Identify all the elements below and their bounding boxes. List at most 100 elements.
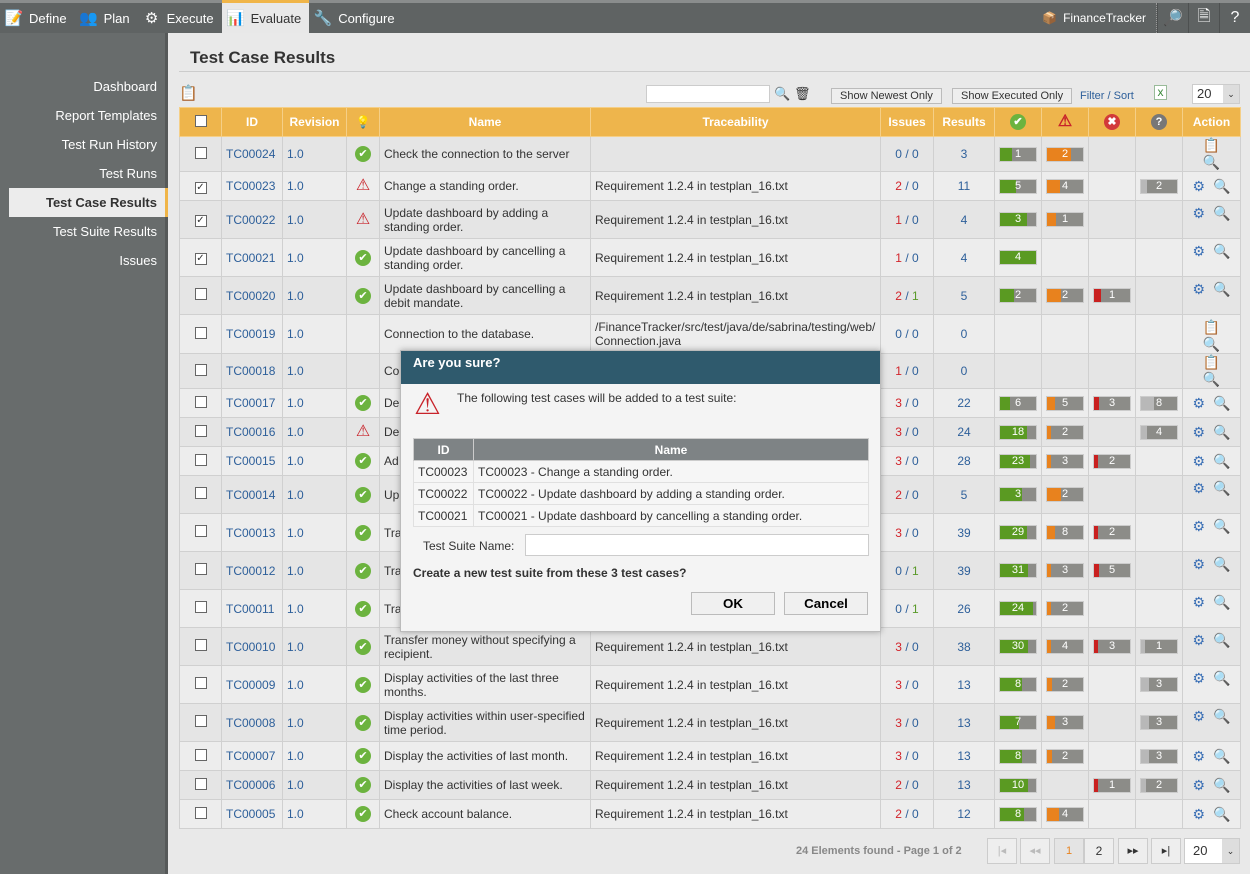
page-2-button[interactable]: 2 [1084, 838, 1114, 864]
results-count[interactable]: 22 [933, 388, 995, 418]
table-row[interactable]: TC00007 1.0 ✔ Display the activities of las… [179, 741, 1241, 771]
column-header-traceability[interactable]: Traceability [590, 107, 881, 137]
results-count[interactable]: 4 [933, 200, 995, 239]
magnifier-icon[interactable]: 🔍 [1213, 670, 1230, 686]
magnifier-icon[interactable]: 🔍 [1213, 205, 1230, 221]
table-row[interactable]: ✓ TC00023 1.0 ⚠ Change a standing order. Requ… [179, 171, 1241, 201]
test-case-id[interactable]: TC00024 [221, 136, 283, 172]
row-select-cell[interactable] [179, 589, 222, 628]
table-row[interactable]: ✓ TC00021 1.0 ✔ Update dashboard by cancelli… [179, 238, 1241, 277]
project-selector[interactable]: 📦 FinanceTracker [1032, 3, 1157, 33]
row-checkbox[interactable] [194, 395, 207, 408]
row-select-cell[interactable] [179, 741, 222, 771]
row-checkbox[interactable] [194, 424, 207, 437]
row-select-cell[interactable] [179, 314, 222, 354]
column-header-passed[interactable]: ✔ [994, 107, 1042, 137]
test-case-id[interactable]: TC00021 [221, 238, 283, 277]
gear-icon[interactable]: ⚙ [1193, 556, 1206, 572]
results-count[interactable]: 5 [933, 475, 995, 514]
test-case-id[interactable]: TC00022 [221, 200, 283, 239]
gear-icon[interactable]: ⚙ [1193, 777, 1206, 793]
nav-tab-execute[interactable]: ⚙ Execute [138, 3, 222, 33]
column-header-warning[interactable]: ⚠ [1041, 107, 1089, 137]
results-count[interactable]: 3 [933, 136, 995, 172]
ok-button[interactable]: OK [691, 592, 775, 615]
gear-icon[interactable]: ⚙ [1193, 453, 1206, 469]
test-case-id[interactable]: TC00015 [221, 446, 283, 476]
nav-tab-configure[interactable]: 🔧 Configure [309, 3, 402, 33]
sidebar-item-test-runs[interactable]: Test Runs [0, 159, 165, 188]
sidebar-item-test-suite-results[interactable]: Test Suite Results [0, 217, 165, 246]
row-select-cell[interactable]: ✓ [179, 200, 222, 239]
column-header-issues[interactable]: Issues [880, 107, 934, 137]
results-count[interactable]: 26 [933, 589, 995, 628]
filter-sort-link[interactable]: Filter / Sort [1080, 90, 1134, 102]
magnifier-icon[interactable]: 🔍 [1213, 480, 1230, 496]
magnifier-icon[interactable]: 🔍 [1213, 632, 1230, 648]
row-select-cell[interactable] [179, 276, 222, 315]
gear-icon[interactable]: ⚙ [1193, 518, 1206, 534]
test-case-id[interactable]: TC00017 [221, 388, 283, 418]
row-checkbox[interactable] [194, 363, 207, 376]
table-row[interactable]: TC00019 1.0 Connection to the database./Fi… [179, 314, 1241, 354]
gear-icon[interactable]: ⚙ [1193, 708, 1206, 724]
results-count[interactable]: 28 [933, 446, 995, 476]
magnifier-icon[interactable]: 🔍 [1213, 243, 1230, 259]
row-checkbox[interactable] [194, 777, 207, 790]
show-executed-only-button[interactable]: Show Executed Only [952, 88, 1073, 104]
row-checkbox[interactable] [194, 715, 207, 727]
row-checkbox[interactable] [194, 487, 207, 499]
table-row[interactable]: TC00020 1.0 ✔ Update dashboard by cancellin… [179, 276, 1241, 315]
magnifier-icon[interactable]: 🔍 [1213, 806, 1230, 822]
gear-icon[interactable]: ⚙ [1193, 670, 1206, 686]
row-checkbox[interactable] [194, 453, 207, 466]
search-icon[interactable]: 🔍 [774, 86, 790, 102]
results-count[interactable]: 11 [933, 171, 995, 201]
row-checkbox[interactable] [194, 748, 207, 761]
sidebar-item-issues[interactable]: Issues [0, 246, 165, 275]
row-select-cell[interactable] [179, 799, 222, 829]
row-select-cell[interactable] [179, 446, 222, 476]
row-checkbox[interactable] [194, 146, 207, 159]
clipboard-icon[interactable]: 📋 [1203, 319, 1220, 335]
results-count[interactable]: 13 [933, 770, 995, 800]
magnifier-icon[interactable]: 🔍 [1213, 281, 1230, 297]
select-all-header[interactable] [179, 107, 222, 137]
row-select-cell[interactable] [179, 388, 222, 418]
test-case-id[interactable]: TC00006 [221, 770, 283, 800]
test-case-id[interactable]: TC00005 [221, 799, 283, 829]
search-input[interactable] [646, 85, 770, 103]
sidebar-item-dashboard[interactable]: Dashboard [0, 72, 165, 101]
test-case-id[interactable]: TC00016 [221, 417, 283, 447]
select-all-checkbox[interactable] [194, 114, 207, 127]
magnifier-icon[interactable]: 🔍 [1213, 708, 1230, 724]
results-count[interactable]: 4 [933, 238, 995, 277]
results-count[interactable]: 13 [933, 703, 995, 742]
first-page-button[interactable]: |◂ [987, 838, 1017, 864]
results-count[interactable]: 0 [933, 314, 995, 354]
test-case-id[interactable]: TC00011 [221, 589, 283, 628]
gear-icon[interactable]: ⚙ [1193, 632, 1206, 648]
column-header-status[interactable]: 💡 [346, 107, 380, 137]
row-select-cell[interactable] [179, 551, 222, 590]
test-case-id[interactable]: TC00009 [221, 665, 283, 704]
column-header-results[interactable]: Results [933, 107, 995, 137]
column-header-revision[interactable]: Revision [282, 107, 347, 137]
last-page-button[interactable]: ▸| [1151, 838, 1181, 864]
row-select-cell[interactable] [179, 665, 222, 704]
test-case-id[interactable]: TC00007 [221, 741, 283, 771]
row-checkbox[interactable] [194, 806, 207, 819]
magnifier-icon[interactable]: 🔍 [1203, 371, 1220, 387]
column-header-unknown[interactable]: ? [1135, 107, 1183, 137]
table-row[interactable]: TC00005 1.0 ✔ Check account balance. Require… [179, 799, 1241, 829]
results-count[interactable]: 5 [933, 276, 995, 315]
row-select-cell[interactable] [179, 627, 222, 666]
add-to-suite-icon[interactable]: 📋 [179, 84, 198, 102]
gear-icon[interactable]: ⚙ [1193, 594, 1206, 610]
gear-icon[interactable]: ⚙ [1193, 178, 1206, 194]
pager-page-size-select[interactable]: 20 ⌄ [1184, 838, 1240, 864]
magnifier-icon[interactable]: 🔍 [1213, 518, 1230, 534]
test-case-id[interactable]: TC00013 [221, 513, 283, 552]
show-newest-only-button[interactable]: Show Newest Only [831, 88, 942, 104]
page-size-select[interactable]: 20 ⌄ [1192, 84, 1240, 104]
